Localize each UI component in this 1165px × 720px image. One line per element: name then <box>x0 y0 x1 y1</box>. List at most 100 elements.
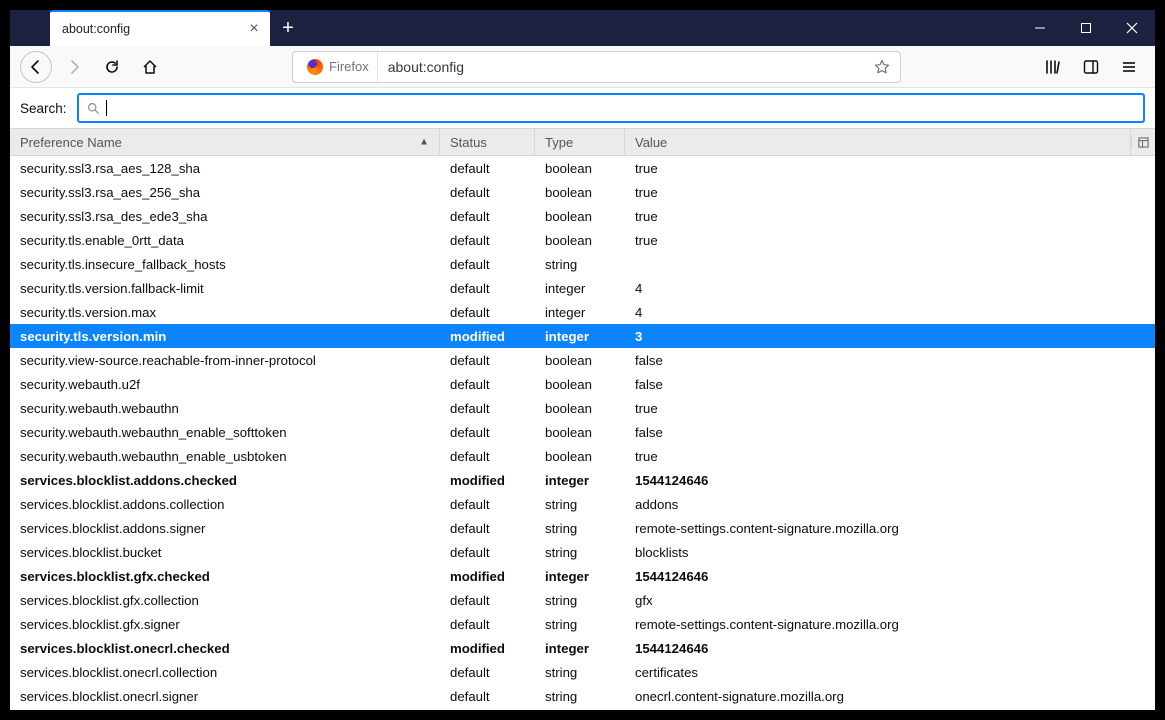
search-input[interactable] <box>113 95 1135 121</box>
pref-name: security.tls.enable_0rtt_data <box>10 233 440 248</box>
table-row[interactable]: security.tls.insecure_fallback_hostsdefa… <box>10 252 1155 276</box>
table-row[interactable]: security.view-source.reachable-from-inne… <box>10 348 1155 372</box>
pref-type: boolean <box>535 353 625 368</box>
pref-name: security.tls.version.fallback-limit <box>10 281 440 296</box>
browser-tab[interactable]: about:config × <box>50 10 270 46</box>
bookmark-star-icon[interactable] <box>870 55 894 79</box>
pref-name: services.blocklist.addons.checked <box>10 473 440 488</box>
table-row[interactable]: services.blocklist.onecrl.collectiondefa… <box>10 660 1155 684</box>
pref-type: boolean <box>535 233 625 248</box>
pref-value: certificates <box>625 665 1155 680</box>
pref-name: security.view-source.reachable-from-inne… <box>10 353 440 368</box>
pref-type: string <box>535 521 625 536</box>
pref-type: string <box>535 665 625 680</box>
pref-type: string <box>535 545 625 560</box>
pref-name: security.webauth.webauthn_enable_softtok… <box>10 425 440 440</box>
pref-name: services.blocklist.addons.signer <box>10 521 440 536</box>
pref-status: default <box>440 497 535 512</box>
reload-button[interactable] <box>96 51 128 83</box>
pref-value: false <box>625 353 1155 368</box>
pref-name: security.tls.version.min <box>10 329 440 344</box>
back-button[interactable] <box>20 51 52 83</box>
url-text[interactable]: about:config <box>378 59 870 75</box>
pref-value: addons <box>625 497 1155 512</box>
pref-value: gfx <box>625 593 1155 608</box>
table-row[interactable]: services.blocklist.gfx.collectiondefault… <box>10 588 1155 612</box>
table-row[interactable]: security.tls.enable_0rtt_datadefaultbool… <box>10 228 1155 252</box>
window-minimize-button[interactable] <box>1017 10 1063 46</box>
pref-status: default <box>440 353 535 368</box>
table-row[interactable]: services.blocklist.onecrl.checkedmodifie… <box>10 636 1155 660</box>
pref-type: string <box>535 257 625 272</box>
column-picker-button[interactable] <box>1131 137 1155 148</box>
pref-value: 1544124646 <box>625 641 1155 656</box>
window-close-button[interactable] <box>1109 10 1155 46</box>
sidebar-button[interactable] <box>1075 51 1107 83</box>
pref-value: true <box>625 185 1155 200</box>
pref-value: false <box>625 377 1155 392</box>
table-row[interactable]: security.webauth.webauthn_enable_softtok… <box>10 420 1155 444</box>
table-row[interactable]: security.ssl3.rsa_aes_128_shadefaultbool… <box>10 156 1155 180</box>
column-header-name[interactable]: Preference Name ▲ <box>10 129 440 155</box>
table-row[interactable]: security.webauth.webauthndefaultbooleant… <box>10 396 1155 420</box>
pref-name: services.blocklist.onecrl.collection <box>10 665 440 680</box>
table-row[interactable]: security.webauth.webauthn_enable_usbtoke… <box>10 444 1155 468</box>
identity-box[interactable]: Firefox <box>299 52 378 82</box>
table-row[interactable]: services.blocklist.addons.signerdefaults… <box>10 516 1155 540</box>
pref-status: default <box>440 689 535 704</box>
pref-status: default <box>440 257 535 272</box>
pref-type: boolean <box>535 449 625 464</box>
pref-name: services.blocklist.addons.collection <box>10 497 440 512</box>
pref-type: integer <box>535 641 625 656</box>
pref-status: modified <box>440 641 535 656</box>
pref-status: default <box>440 281 535 296</box>
table-row[interactable]: security.webauth.u2fdefaultbooleanfalse <box>10 372 1155 396</box>
pref-name: services.blocklist.gfx.checked <box>10 569 440 584</box>
close-tab-icon[interactable]: × <box>246 21 262 37</box>
pref-name: security.ssl3.rsa_aes_128_sha <box>10 161 440 176</box>
table-row[interactable]: services.blocklist.addons.checkedmodifie… <box>10 468 1155 492</box>
pref-type: boolean <box>535 209 625 224</box>
pref-name: services.blocklist.gfx.signer <box>10 617 440 632</box>
pref-value: true <box>625 233 1155 248</box>
pref-type: string <box>535 689 625 704</box>
pref-name: services.blocklist.onecrl.signer <box>10 689 440 704</box>
column-header-type[interactable]: Type <box>535 129 625 155</box>
pref-name: services.blocklist.gfx.collection <box>10 593 440 608</box>
table-row[interactable]: security.ssl3.rsa_des_ede3_shadefaultboo… <box>10 204 1155 228</box>
home-button[interactable] <box>134 51 166 83</box>
pref-name: security.webauth.webauthn <box>10 401 440 416</box>
pref-status: default <box>440 545 535 560</box>
library-button[interactable] <box>1037 51 1069 83</box>
app-menu-button[interactable] <box>1113 51 1145 83</box>
table-row[interactable]: services.blocklist.bucketdefaultstringbl… <box>10 540 1155 564</box>
table-row[interactable]: services.blocklist.addons.collectiondefa… <box>10 492 1155 516</box>
pref-value: 1544124646 <box>625 473 1155 488</box>
pref-value: 1544124646 <box>625 569 1155 584</box>
url-bar[interactable]: Firefox about:config <box>292 51 901 83</box>
table-row[interactable]: security.tls.version.maxdefaultinteger4 <box>10 300 1155 324</box>
pref-value: remote-settings.content-signature.mozill… <box>625 617 1155 632</box>
pref-status: default <box>440 521 535 536</box>
pref-type: integer <box>535 569 625 584</box>
window-maximize-button[interactable] <box>1063 10 1109 46</box>
column-header-status[interactable]: Status <box>440 129 535 155</box>
table-row[interactable]: security.tls.version.fallback-limitdefau… <box>10 276 1155 300</box>
pref-status: default <box>440 305 535 320</box>
table-row[interactable]: services.blocklist.gfx.signerdefaultstri… <box>10 612 1155 636</box>
table-row[interactable]: services.blocklist.onecrl.signerdefaults… <box>10 684 1155 708</box>
pref-name: security.webauth.webauthn_enable_usbtoke… <box>10 449 440 464</box>
pref-table-body[interactable]: security.ssl3.rsa_aes_128_shadefaultbool… <box>10 156 1155 710</box>
table-row[interactable]: services.blocklist.gfx.checkedmodifiedin… <box>10 564 1155 588</box>
pref-type: integer <box>535 329 625 344</box>
text-caret <box>106 100 107 116</box>
column-header-value[interactable]: Value <box>625 129 1131 155</box>
pref-type: boolean <box>535 377 625 392</box>
forward-button[interactable] <box>58 51 90 83</box>
new-tab-button[interactable]: + <box>270 10 306 46</box>
pref-name: security.ssl3.rsa_aes_256_sha <box>10 185 440 200</box>
pref-type: string <box>535 593 625 608</box>
table-row[interactable]: security.ssl3.rsa_aes_256_shadefaultbool… <box>10 180 1155 204</box>
table-row[interactable]: security.tls.version.minmodifiedinteger3 <box>10 324 1155 348</box>
search-input-container[interactable] <box>77 93 1145 123</box>
